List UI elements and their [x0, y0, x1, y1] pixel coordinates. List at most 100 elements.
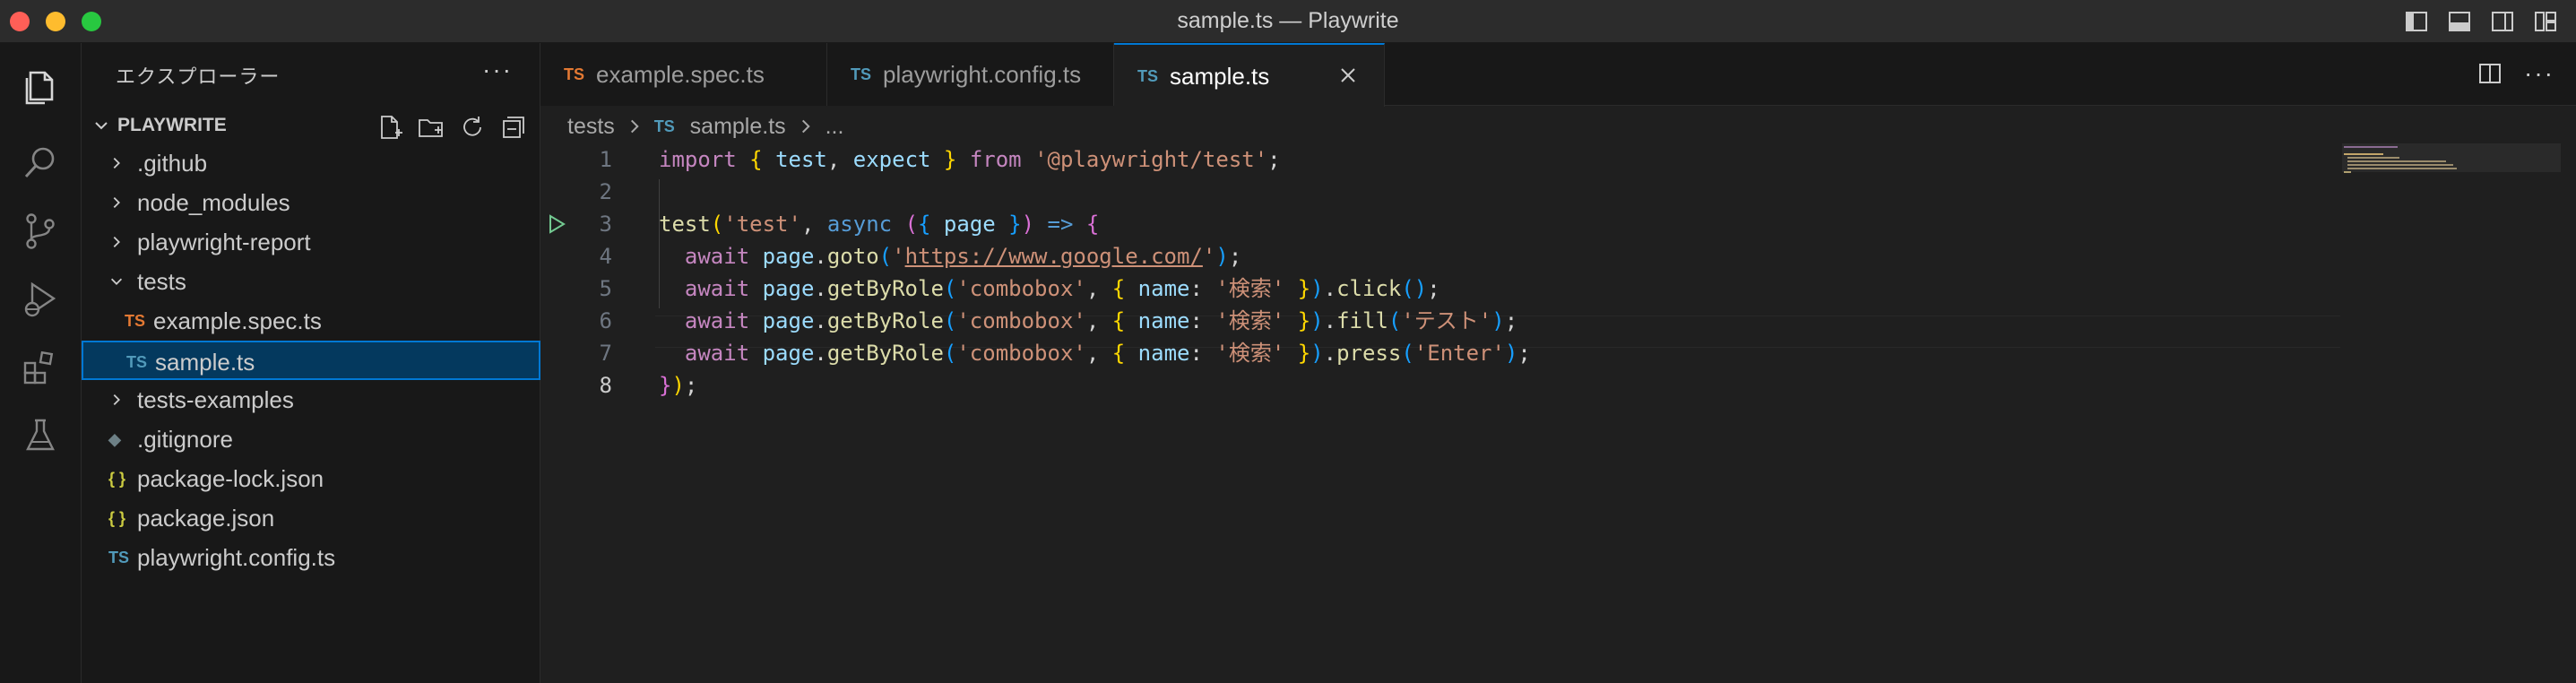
refresh-icon[interactable] — [458, 113, 487, 142]
toggle-primary-sidebar-icon[interactable] — [2404, 9, 2429, 34]
tree-file[interactable]: TS example.spec.ts — [82, 301, 540, 341]
code-token: ( — [710, 212, 724, 237]
testing-icon[interactable] — [15, 411, 65, 461]
code-token: () — [1401, 276, 1428, 301]
code-text: import { test, expect } from '@playwrigh… — [659, 143, 1281, 176]
tree-file[interactable]: { } package-lock.json — [82, 459, 540, 498]
editor-more-button[interactable]: ··· — [2524, 61, 2554, 86]
code-token: , — [1085, 308, 1112, 333]
code-token: getByRole — [826, 308, 944, 333]
breadcrumb-file[interactable]: sample.ts — [690, 108, 786, 144]
code-token: ( — [943, 308, 957, 333]
code-token: . — [814, 341, 827, 366]
typescript-test-file-icon: TS — [125, 312, 146, 330]
code-token: ) — [1504, 341, 1518, 366]
minimap[interactable] — [2342, 143, 2554, 683]
code-token: : — [1189, 341, 1216, 366]
code-token: , — [800, 212, 827, 237]
run-debug-icon[interactable] — [15, 274, 65, 324]
tree-folder[interactable]: playwright-report — [82, 222, 540, 262]
tree-file[interactable]: TS sample.ts — [82, 341, 540, 380]
extensions-icon[interactable] — [15, 342, 65, 393]
git-file-icon: ◆ — [108, 430, 121, 448]
code-line: 7 await page.getByRole('combobox', { nam… — [540, 337, 2333, 369]
code-token: ) — [1310, 276, 1324, 301]
chevron-down-icon — [95, 122, 108, 130]
new-file-icon[interactable] — [376, 113, 404, 142]
editor-tab[interactable]: TS sample.ts — [1114, 43, 1385, 107]
workspace-section-header[interactable]: PLAYWRITE — [82, 108, 540, 143]
breadcrumb-folder[interactable]: tests — [567, 108, 615, 144]
json-file-icon: { } — [108, 509, 126, 527]
new-folder-icon[interactable] — [417, 113, 445, 142]
run-test-icon[interactable] — [546, 213, 567, 235]
activity-bar — [0, 43, 82, 683]
tree-item-label: node_modules — [137, 189, 290, 216]
chevron-right-icon — [113, 157, 120, 169]
code-token: ( — [1401, 341, 1414, 366]
tree-file[interactable]: { } package.json — [82, 498, 540, 538]
tree-folder[interactable]: .github — [82, 143, 540, 183]
code-token: { — [1111, 341, 1126, 366]
code-token: 'combobox' — [956, 276, 1086, 301]
chevron-right-icon — [113, 236, 120, 248]
code-token: from — [969, 147, 1022, 172]
code-token: => — [1047, 212, 1074, 237]
split-editor-icon[interactable] — [2477, 61, 2503, 86]
code-token: await — [684, 276, 750, 301]
code-token: ' — [892, 244, 905, 269]
code-token: 'Enter' — [1413, 341, 1505, 366]
collapse-all-icon[interactable] — [499, 113, 528, 142]
customize-layout-icon[interactable] — [2533, 9, 2558, 34]
tree-item-label: sample.ts — [155, 349, 255, 376]
editor-tab[interactable]: TS example.spec.ts — [540, 43, 827, 106]
tree-folder[interactable]: tests-examples — [82, 380, 540, 419]
chevron-right-icon — [801, 120, 810, 134]
toggle-secondary-sidebar-icon[interactable] — [2490, 9, 2515, 34]
tree-item-label: tests — [137, 268, 186, 295]
title-bar: sample.ts — Playwrite — [0, 0, 2576, 43]
code-line: 2 — [540, 176, 2333, 208]
code-text: await page.getByRole('combobox', { name:… — [659, 337, 1531, 369]
breadcrumb-file-icon: TS — [653, 117, 675, 136]
toggle-panel-icon[interactable] — [2447, 9, 2472, 34]
code-token: https://www.google.com/ — [904, 244, 1203, 269]
code-token: ; — [1427, 276, 1440, 301]
code-token: async — [826, 212, 893, 237]
chevron-down-icon — [110, 278, 123, 285]
code-token: ) — [1310, 308, 1324, 333]
code-token: . — [1323, 276, 1337, 301]
search-icon[interactable] — [15, 138, 65, 188]
tree-item-label: example.spec.ts — [153, 307, 322, 334]
breadcrumb-symbol[interactable]: ... — [826, 108, 844, 144]
code-token: ; — [1517, 341, 1531, 366]
code-token: page — [762, 276, 815, 301]
explorer-icon[interactable] — [15, 63, 65, 113]
tree-folder[interactable]: node_modules — [82, 183, 540, 222]
code-token: . — [1323, 308, 1337, 333]
code-token: . — [814, 276, 827, 301]
tree-file[interactable]: TS playwright.config.ts — [82, 538, 540, 577]
tree-file[interactable]: ◆ .gitignore — [82, 419, 540, 459]
code-token: page — [762, 244, 815, 269]
code-token: { — [1111, 276, 1126, 301]
code-token: ) — [1021, 212, 1035, 237]
line-number: 6 — [599, 308, 612, 333]
close-tab-icon[interactable] — [1338, 65, 1358, 85]
editor-tab[interactable]: TS playwright.config.ts — [827, 43, 1114, 106]
code-token: } — [1008, 212, 1022, 237]
code-token: ' — [1202, 244, 1216, 269]
chevron-right-icon — [630, 120, 639, 134]
sidebar-more-button[interactable]: ··· — [482, 56, 513, 84]
source-control-icon[interactable] — [15, 206, 65, 256]
tree-item-label: .github — [137, 150, 208, 177]
tree-folder[interactable]: tests — [82, 262, 540, 301]
